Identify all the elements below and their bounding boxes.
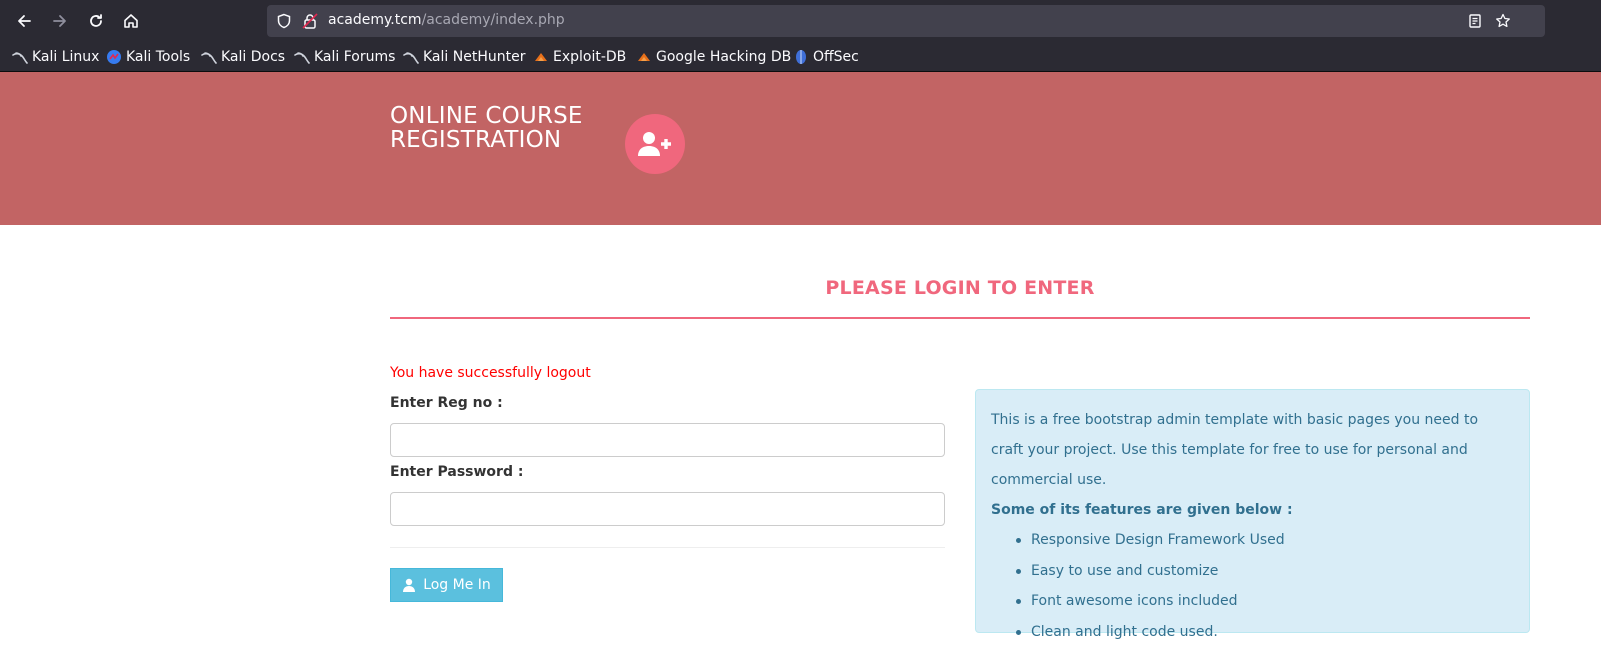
bookmark-star-icon[interactable] <box>1495 13 1511 29</box>
kali-dragon-icon <box>403 52 419 64</box>
reg-no-input[interactable] <box>390 423 945 457</box>
reg-no-label: Enter Reg no : <box>390 395 503 411</box>
list-item: Font awesome icons included <box>1016 586 1514 617</box>
password-label: Enter Password : <box>390 464 524 480</box>
forward-button[interactable] <box>48 9 72 33</box>
bookmark-label: Kali Linux <box>32 49 100 65</box>
user-icon <box>403 578 416 592</box>
features-title: Some of its features are given below : <box>991 502 1293 518</box>
bookmark-offsec[interactable]: OffSec <box>793 48 859 66</box>
home-button[interactable] <box>119 9 143 33</box>
title-underline <box>390 317 1530 319</box>
user-plus-icon <box>638 132 671 156</box>
url-text[interactable]: academy.tcm/academy/index.php <box>328 12 565 28</box>
forward-arrow-icon <box>53 15 66 27</box>
site-title-line1: ONLINE COURSE <box>390 103 583 129</box>
exploit-db-icon <box>535 53 547 61</box>
form-divider <box>390 547 945 548</box>
reader-view-icon[interactable] <box>1467 13 1483 29</box>
site-header: ONLINE COURSE REGISTRATION <box>0 72 1601 225</box>
login-button-label: Log Me In <box>423 577 491 593</box>
kali-tools-icon <box>107 50 121 64</box>
bookmark-kali-forums[interactable]: Kali Forums <box>294 48 395 66</box>
kali-dragon-icon <box>201 52 217 64</box>
bookmark-kali-docs[interactable]: Kali Docs <box>201 48 285 66</box>
login-button[interactable]: Log Me In <box>390 568 503 602</box>
site-title[interactable]: ONLINE COURSE REGISTRATION <box>390 104 583 152</box>
list-item: Easy to use and customize <box>1016 556 1514 587</box>
features-list: Responsive Design Framework Used Easy to… <box>1016 525 1514 647</box>
bookmarks-bar: Kali Linux Kali Tools Kali Docs Kali For… <box>0 42 1601 72</box>
insecure-lock-icon[interactable] <box>302 13 318 29</box>
bookmark-exploit-db[interactable]: Exploit-DB <box>533 48 626 66</box>
bookmark-label: Google Hacking DB <box>656 49 792 65</box>
address-bar[interactable]: academy.tcm/academy/index.php <box>267 5 1545 37</box>
password-input[interactable] <box>390 492 945 526</box>
bookmark-label: Kali Tools <box>126 49 191 65</box>
bookmark-kali-linux[interactable]: Kali Linux <box>12 48 99 66</box>
bookmark-label: Exploit-DB <box>553 49 627 65</box>
bookmark-kali-nethunter[interactable]: Kali NetHunter <box>403 48 525 66</box>
reload-icon <box>90 14 102 27</box>
logout-alert: You have successfully logout <box>390 365 591 381</box>
list-item: Responsive Design Framework Used <box>1016 525 1514 556</box>
bookmark-label: Kali Forums <box>314 49 396 65</box>
reload-button[interactable] <box>84 9 108 33</box>
kali-dragon-icon <box>12 52 28 64</box>
offsec-icon <box>796 50 806 64</box>
bookmark-label: OffSec <box>813 49 859 65</box>
home-icon <box>124 14 138 28</box>
info-panel: This is a free bootstrap admin template … <box>975 389 1530 640</box>
info-intro: This is a free bootstrap admin template … <box>991 412 1479 488</box>
bookmark-label: Kali NetHunter <box>423 49 526 65</box>
list-item: Clean and light code used. <box>1016 617 1514 648</box>
url-host: academy.tcm <box>328 12 422 28</box>
page-title: PLEASE LOGIN TO ENTER <box>825 277 1095 299</box>
back-button[interactable] <box>12 9 36 33</box>
bookmark-label: Kali Docs <box>221 49 286 65</box>
url-path: /academy/index.php <box>421 12 565 28</box>
site-title-line2: REGISTRATION <box>390 127 562 153</box>
kali-dragon-icon <box>294 52 310 64</box>
bookmark-google-hacking-db[interactable]: Google Hacking DB <box>636 48 791 66</box>
browser-toolbar: academy.tcm/academy/index.php <box>0 0 1601 42</box>
shield-icon[interactable] <box>276 13 292 29</box>
back-arrow-icon <box>18 15 31 27</box>
site-logo <box>625 114 685 174</box>
exploit-db-icon <box>638 53 650 61</box>
bookmark-kali-tools[interactable]: Kali Tools <box>106 48 190 66</box>
